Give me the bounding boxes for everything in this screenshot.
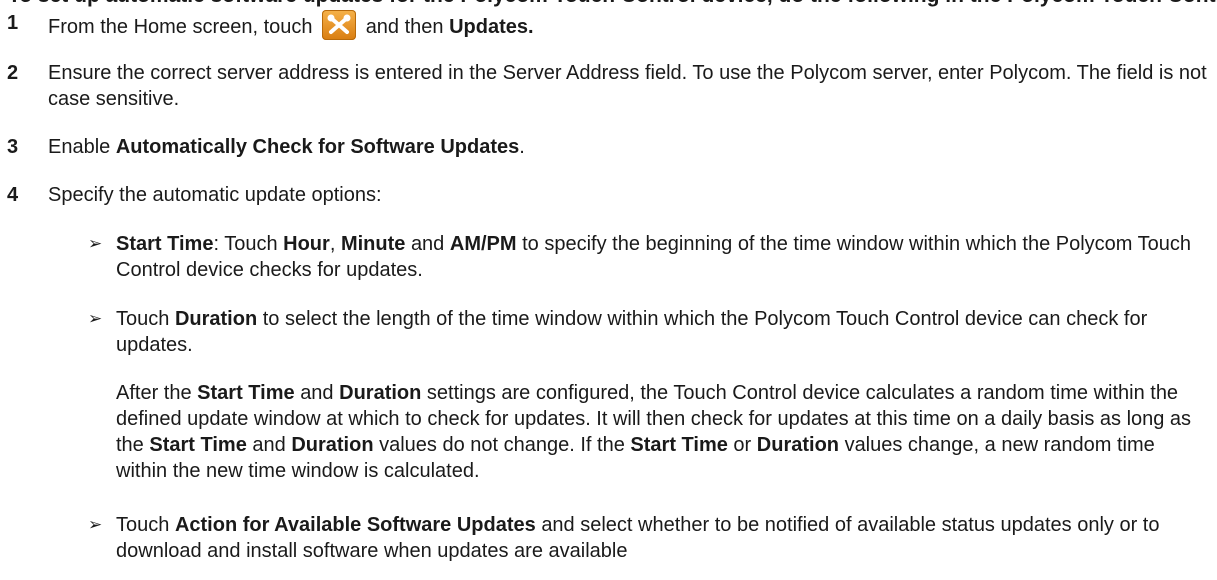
step-number: 1	[7, 12, 19, 34]
bold-term: Hour	[283, 233, 330, 255]
bold-term: Duration	[291, 434, 374, 456]
bullet-text: Start Time: Touch Hour, Minute and AM/PM…	[116, 231, 1206, 283]
tools-icon	[322, 10, 357, 40]
text-run: or	[733, 434, 752, 456]
step-text: Specify the automatic update options:	[48, 184, 382, 206]
step-text: Ensure the correct server address is ent…	[48, 62, 1207, 110]
text-run: ,	[329, 233, 336, 255]
text-run: After the	[116, 382, 192, 404]
step-bold-label: Automatically Check for Software Updates	[115, 136, 520, 158]
step-text-mid: and then	[365, 16, 444, 38]
bold-term: Start Time	[116, 233, 214, 255]
bullet-text: Touch Duration to select the length of t…	[116, 306, 1206, 358]
step-number: 2	[7, 62, 19, 84]
bold-term: Start Time	[630, 434, 728, 456]
arrow-bullet-icon: ➢	[88, 309, 103, 328]
step-number: 3	[7, 136, 19, 158]
text-run: and	[300, 382, 334, 404]
step-text-pre: Enable	[48, 136, 111, 158]
step-text: From the Home screen, touch and then Upd…	[48, 10, 1208, 40]
text-run: to select the length of the time window …	[116, 308, 1148, 356]
bold-term: Minute	[340, 233, 406, 255]
bold-term: Duration	[339, 382, 422, 404]
bold-term: AM/PM	[449, 233, 517, 255]
bold-term: Start Time	[149, 434, 247, 456]
bold-term: Action for Available Software Updates	[174, 514, 536, 536]
section-heading: To set up automatic software updates for…	[8, 0, 1217, 9]
arrow-bullet-icon: ➢	[88, 234, 103, 253]
bold-term: Duration	[174, 308, 258, 330]
step-text: Enable Automatically Check for Software …	[48, 134, 1208, 160]
text-run: values do not change. If the	[379, 434, 625, 456]
step-text-pre: From the Home screen, touch	[48, 16, 313, 38]
step-bold-label: Updates.	[449, 16, 534, 38]
explanation-paragraph: After the Start Time and Duration settin…	[116, 380, 1206, 484]
text-run: and	[410, 233, 445, 255]
bullet-text: Touch Action for Available Software Upda…	[116, 512, 1206, 564]
bold-term: Start Time	[197, 382, 295, 404]
text-run: Touch	[116, 308, 170, 330]
text-run: Touch	[116, 514, 170, 536]
document-page: To set up automatic software updates for…	[0, 0, 1217, 580]
text-run: and	[252, 434, 286, 456]
step-number: 4	[7, 184, 19, 206]
step-text-post: .	[519, 136, 525, 158]
text-run: to specify the beginning of the time win…	[116, 233, 1191, 281]
arrow-bullet-icon: ➢	[88, 515, 103, 534]
text-run: : Touch	[213, 233, 278, 255]
bold-term: Duration	[756, 434, 839, 456]
